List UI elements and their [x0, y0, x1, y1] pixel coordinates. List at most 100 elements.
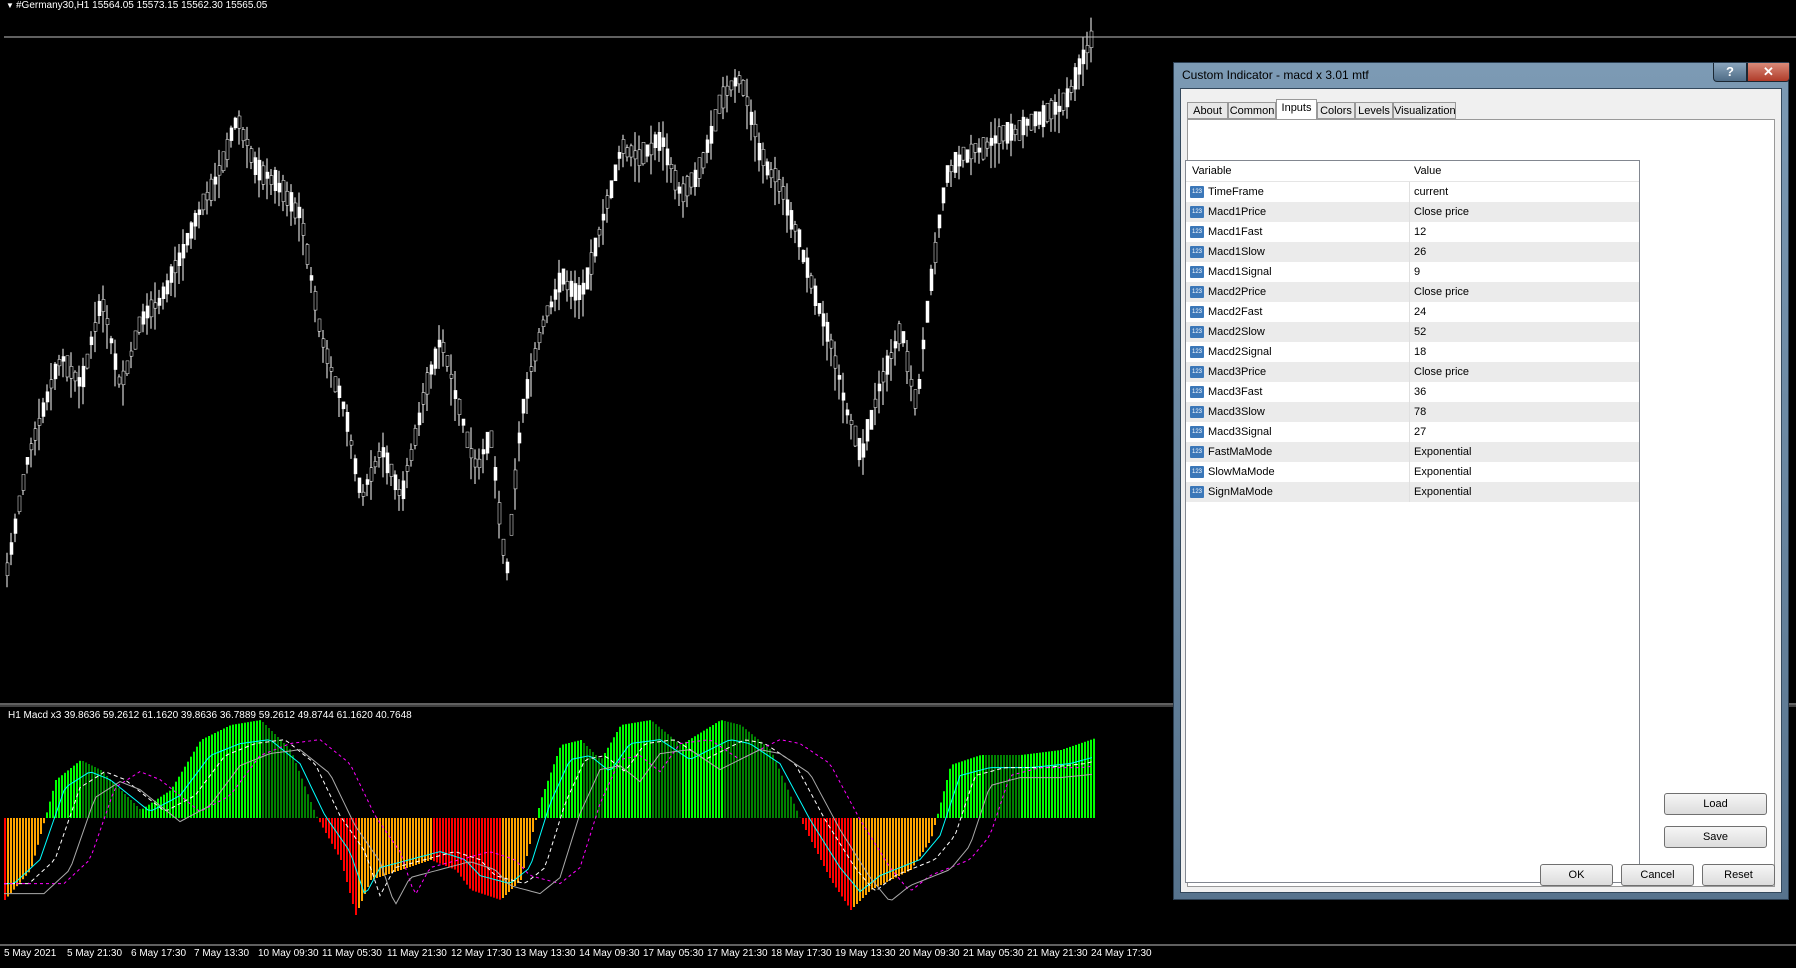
candle-body: [689, 172, 694, 188]
table-row[interactable]: 123 Macd2Fast 24: [1186, 302, 1639, 322]
histogram-bar: [496, 818, 498, 899]
histogram-bar: [304, 786, 306, 818]
histogram-bar: [202, 739, 204, 818]
table-row[interactable]: 123 Macd3Price Close price: [1186, 362, 1639, 382]
candle-body: [529, 366, 534, 372]
histogram-bar: [862, 818, 864, 898]
table-row[interactable]: 123 Macd2Signal 18: [1186, 342, 1639, 362]
table-row[interactable]: 123 Macd3Fast 36: [1186, 382, 1639, 402]
table-row[interactable]: 123 Macd1Slow 26: [1186, 242, 1639, 262]
histogram-bar: [661, 729, 663, 818]
row-value[interactable]: 36: [1414, 386, 1426, 398]
candle-body: [993, 135, 998, 144]
candle-body: [549, 301, 554, 308]
header-value[interactable]: Value: [1414, 165, 1441, 177]
histogram-bar: [1012, 755, 1014, 818]
row-value[interactable]: Close price: [1414, 286, 1469, 298]
time-label: 7 May 13:30: [194, 948, 250, 959]
table-row[interactable]: 123 TimeFrame current: [1186, 182, 1639, 202]
histogram-bar: [1003, 755, 1005, 818]
column-separator: [1409, 302, 1410, 322]
numeric-type-icon: 123: [1190, 386, 1204, 398]
candle-body: [785, 199, 790, 216]
candle-body: [649, 142, 654, 156]
time-label: 20 May 09:30: [899, 948, 960, 959]
row-value[interactable]: 27: [1414, 426, 1426, 438]
candle-body: [157, 297, 162, 306]
header-variable[interactable]: Variable: [1192, 165, 1232, 177]
row-value[interactable]: Close price: [1414, 366, 1469, 378]
table-row[interactable]: 123 Macd2Price Close price: [1186, 282, 1639, 302]
table-row[interactable]: 123 Macd1Fast 12: [1186, 222, 1639, 242]
table-row[interactable]: 123 Macd1Price Close price: [1186, 202, 1639, 222]
candle-body: [53, 363, 58, 380]
candle-body: [37, 418, 42, 426]
row-value[interactable]: Exponential: [1414, 466, 1472, 478]
row-value[interactable]: 9: [1414, 266, 1420, 278]
table-row[interactable]: 123 FastMaMode Exponential: [1186, 442, 1639, 462]
histogram-bar: [139, 809, 141, 818]
row-variable: Macd2Price: [1208, 286, 1267, 298]
row-value[interactable]: 18: [1414, 346, 1426, 358]
time-label: 12 May 17:30: [451, 948, 512, 959]
row-value[interactable]: 24: [1414, 306, 1426, 318]
row-value[interactable]: 52: [1414, 326, 1426, 338]
row-value[interactable]: Exponential: [1414, 486, 1472, 498]
histogram-bar: [1057, 750, 1059, 818]
candle-body: [553, 289, 558, 300]
histogram-bar: [142, 808, 144, 818]
numeric-type-icon: 123: [1190, 226, 1204, 238]
row-value[interactable]: current: [1414, 186, 1448, 198]
tab-levels[interactable]: Levels: [1355, 102, 1393, 119]
symbol-dropdown-icon[interactable]: ▼: [6, 1, 14, 10]
histogram-bar: [52, 790, 54, 818]
histogram-bar: [517, 818, 519, 883]
close-button[interactable]: ✕: [1747, 63, 1790, 82]
histogram-bar: [778, 768, 780, 818]
tab-colors[interactable]: Colors: [1317, 102, 1355, 119]
table-row[interactable]: 123 Macd3Signal 27: [1186, 422, 1639, 442]
histogram-bar: [817, 818, 819, 854]
table-row[interactable]: 123 Macd2Slow 52: [1186, 322, 1639, 342]
column-separator: [1409, 202, 1410, 222]
candle-body: [217, 165, 222, 176]
candle-body: [81, 365, 86, 388]
table-row[interactable]: 123 Macd1Signal 9: [1186, 262, 1639, 282]
candle-body: [265, 171, 270, 179]
candle-body: [833, 355, 838, 369]
histogram-bar: [841, 818, 843, 897]
histogram-bar: [460, 818, 462, 877]
candle-body: [333, 376, 338, 393]
tab-inputs[interactable]: Inputs: [1276, 99, 1317, 120]
ok-button[interactable]: OK: [1540, 864, 1613, 886]
table-row[interactable]: 123 SignMaMode Exponential: [1186, 482, 1639, 502]
candle-body: [49, 379, 54, 389]
candle-body: [765, 161, 770, 176]
inputs-table[interactable]: Variable Value 123 TimeFrame current 123 Mac…: [1185, 160, 1640, 883]
histogram-bar: [505, 818, 507, 895]
cancel-button[interactable]: Cancel: [1621, 864, 1694, 886]
row-value[interactable]: 26: [1414, 246, 1426, 258]
load-button[interactable]: Load: [1664, 793, 1767, 815]
histogram-bar: [805, 818, 807, 830]
candle-body: [453, 390, 458, 399]
tab-about[interactable]: About: [1187, 102, 1228, 119]
time-label: 13 May 13:30: [515, 948, 576, 959]
table-row[interactable]: 123 SlowMaMode Exponential: [1186, 462, 1639, 482]
save-button[interactable]: Save: [1664, 826, 1767, 848]
row-value[interactable]: Exponential: [1414, 446, 1472, 458]
reset-button[interactable]: Reset: [1702, 864, 1775, 886]
candle-body: [521, 398, 526, 414]
candle-body: [305, 244, 310, 265]
row-variable: Macd1Signal: [1208, 266, 1272, 278]
candle-body: [173, 260, 178, 274]
tab-visualization[interactable]: Visualization: [1393, 102, 1456, 119]
column-separator: [1409, 322, 1410, 342]
tab-common[interactable]: Common: [1228, 102, 1276, 119]
row-value[interactable]: Close price: [1414, 206, 1469, 218]
table-row[interactable]: 123 Macd3Slow 78: [1186, 402, 1639, 422]
help-button[interactable]: ?: [1713, 63, 1747, 82]
candle-body: [321, 338, 326, 348]
row-value[interactable]: 78: [1414, 406, 1426, 418]
row-value[interactable]: 12: [1414, 226, 1426, 238]
